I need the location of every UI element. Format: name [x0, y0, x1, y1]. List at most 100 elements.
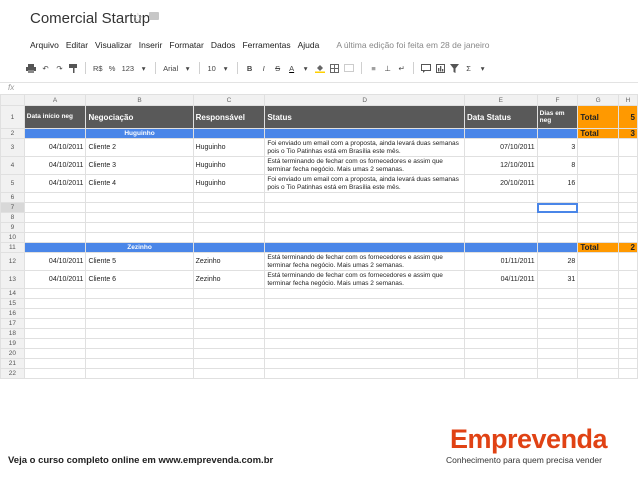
cell-status-date[interactable]: 12/10/2011	[464, 156, 538, 175]
cell-empty[interactable]	[85, 222, 194, 233]
percent-format-button[interactable]: %	[108, 62, 117, 74]
group-cell[interactable]	[264, 128, 466, 139]
align-left-icon[interactable]: ≡	[369, 62, 378, 74]
column-header[interactable]: D	[264, 94, 466, 106]
cell-empty[interactable]	[618, 174, 638, 193]
cell-empty[interactable]	[85, 298, 194, 309]
cell-status-date[interactable]: 01/11/2011	[464, 252, 538, 271]
cell-empty[interactable]	[536, 212, 579, 223]
cell-empty[interactable]	[577, 192, 620, 203]
cell-empty[interactable]	[536, 328, 579, 339]
cell-empty[interactable]	[577, 328, 620, 339]
cell-empty[interactable]	[577, 298, 620, 309]
cell-status[interactable]: Está terminando de fechar com os fornece…	[264, 156, 466, 175]
cell-days[interactable]: 3	[536, 138, 579, 157]
cell-empty[interactable]	[618, 252, 638, 271]
cell-empty[interactable]	[192, 192, 266, 203]
cell-empty[interactable]	[536, 232, 579, 243]
cell-empty[interactable]	[464, 298, 538, 309]
cell-empty[interactable]	[464, 348, 538, 359]
cell-empty[interactable]	[85, 212, 194, 223]
font-size-dropdown[interactable]: 10	[207, 62, 216, 74]
cell-empty[interactable]	[536, 308, 579, 319]
cell-empty[interactable]	[464, 358, 538, 369]
strikethrough-button[interactable]: S	[273, 62, 282, 74]
cell-empty[interactable]	[464, 328, 538, 339]
cell-empty[interactable]	[264, 222, 466, 233]
cell-empty[interactable]	[85, 358, 194, 369]
row-number[interactable]: 21	[0, 358, 25, 369]
sigma-icon[interactable]: Σ	[464, 62, 473, 74]
cell-empty[interactable]	[536, 358, 579, 369]
cell-empty[interactable]	[23, 338, 87, 349]
row-number[interactable]: 16	[0, 308, 25, 319]
menu-arquivo[interactable]: Arquivo	[30, 40, 59, 50]
cell-responsible[interactable]: Zezinho	[192, 270, 266, 289]
header-cell-responsavel[interactable]: Responsável	[192, 105, 266, 129]
folder-icon[interactable]	[149, 12, 159, 20]
cell-empty[interactable]	[23, 212, 87, 223]
insert-comment-icon[interactable]	[421, 62, 432, 74]
group-name-huguinho[interactable]: Huguinho	[85, 128, 194, 139]
italic-button[interactable]: I	[259, 62, 268, 74]
cell-empty[interactable]	[618, 212, 638, 223]
chevron-down-icon[interactable]: ▾	[478, 62, 487, 74]
cell-status-date[interactable]: 04/11/2011	[464, 270, 538, 289]
cell-empty[interactable]	[85, 192, 194, 203]
cell-empty[interactable]	[23, 308, 87, 319]
cell-empty[interactable]	[536, 288, 579, 299]
cell-empty[interactable]	[536, 318, 579, 329]
cell-client[interactable]: Cliente 2	[85, 138, 194, 157]
cell-empty[interactable]	[264, 338, 466, 349]
row-number[interactable]: 9	[0, 222, 25, 233]
cell-empty[interactable]	[85, 338, 194, 349]
paint-format-icon[interactable]	[69, 62, 78, 74]
row-number[interactable]: 14	[0, 288, 25, 299]
cell-empty[interactable]	[618, 270, 638, 289]
cell-empty[interactable]	[464, 232, 538, 243]
cell-empty[interactable]	[85, 308, 194, 319]
chevron-down-icon[interactable]: ▾	[221, 62, 230, 74]
cell-empty[interactable]	[464, 212, 538, 223]
cell-empty[interactable]	[264, 232, 466, 243]
group-cell[interactable]	[536, 128, 579, 139]
chevron-down-icon[interactable]: ▾	[139, 62, 148, 74]
cell-empty[interactable]	[577, 270, 620, 289]
menu-dados[interactable]: Dados	[211, 40, 236, 50]
group-total-label[interactable]: Total	[577, 128, 620, 139]
group-cell[interactable]	[192, 128, 266, 139]
cell-client[interactable]: Cliente 4	[85, 174, 194, 193]
cell-days[interactable]: 16	[536, 174, 579, 193]
filter-icon[interactable]	[450, 62, 460, 74]
cell-empty[interactable]	[192, 308, 266, 319]
cell-empty[interactable]	[618, 308, 638, 319]
cell-date[interactable]: 04/10/2011	[23, 252, 87, 271]
insert-chart-icon[interactable]	[436, 62, 446, 74]
print-icon[interactable]	[26, 62, 36, 74]
cell-status-date[interactable]: 07/10/2011	[464, 138, 538, 157]
group-total-value[interactable]: 2	[618, 242, 638, 253]
cell-empty[interactable]	[264, 328, 466, 339]
cell-responsible[interactable]: Zezinho	[192, 252, 266, 271]
row-number[interactable]: 1	[0, 105, 25, 129]
cell-empty[interactable]	[536, 348, 579, 359]
column-header[interactable]: G	[577, 94, 620, 106]
cell-responsible[interactable]: Huguinho	[192, 138, 266, 157]
column-header[interactable]: F	[536, 94, 579, 106]
column-header[interactable]: C	[192, 94, 266, 106]
cell-empty[interactable]	[577, 252, 620, 271]
cell-empty[interactable]	[577, 138, 620, 157]
column-header[interactable]: B	[85, 94, 194, 106]
cell-empty[interactable]	[464, 318, 538, 329]
cell-empty[interactable]	[23, 288, 87, 299]
cell-empty[interactable]	[464, 202, 538, 213]
cell-empty[interactable]	[192, 348, 266, 359]
cell-empty[interactable]	[577, 232, 620, 243]
currency-format-button[interactable]: R$	[93, 62, 103, 74]
row-number[interactable]: 8	[0, 212, 25, 223]
cell-empty[interactable]	[618, 318, 638, 329]
header-cell-data-status[interactable]: Data Status	[464, 105, 538, 129]
cell-empty[interactable]	[264, 368, 466, 379]
cell-empty[interactable]	[577, 212, 620, 223]
row-number[interactable]: 11	[0, 242, 25, 253]
